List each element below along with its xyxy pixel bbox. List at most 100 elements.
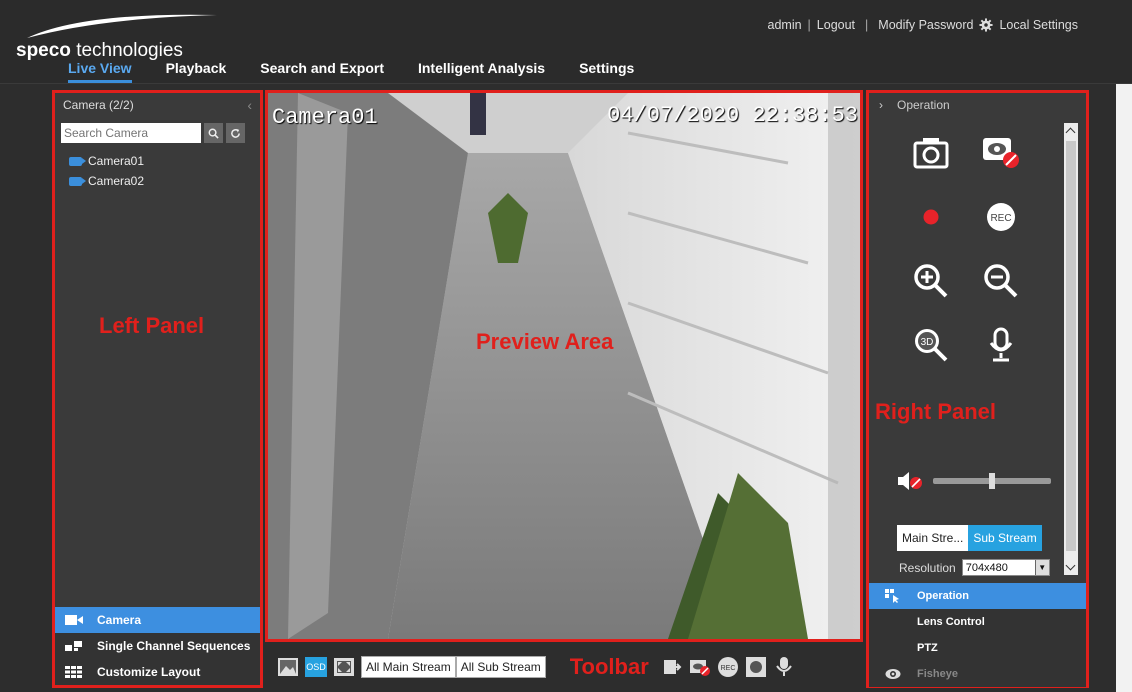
microphone-icon[interactable] bbox=[981, 325, 1021, 365]
app-header: speco technologies Live View Playback Se… bbox=[0, 0, 1132, 84]
fullscreen-icon[interactable] bbox=[333, 656, 355, 678]
sub-stream-button[interactable]: Sub Stream bbox=[968, 525, 1042, 551]
camera-video-frame bbox=[268, 93, 860, 639]
username: admin bbox=[767, 18, 802, 32]
resolution-label: Resolution bbox=[899, 560, 956, 575]
record-all-icon[interactable]: REC bbox=[717, 656, 739, 678]
logout-link[interactable]: Logout bbox=[817, 18, 855, 32]
separator: | bbox=[865, 18, 869, 32]
left-panel-menu: Camera Single Channel Sequences Customiz… bbox=[55, 607, 260, 685]
menu-label: Fisheye bbox=[917, 668, 958, 680]
menu-label: Operation bbox=[917, 590, 969, 602]
toolbar: OSD All Main Stream All Sub Stream Toolb… bbox=[265, 644, 863, 690]
tab-ptz[interactable]: PTZ bbox=[869, 635, 1086, 661]
disable-video-icon[interactable] bbox=[981, 133, 1021, 173]
camera-name: Camera01 bbox=[88, 154, 145, 168]
all-sub-stream-button[interactable]: All Sub Stream bbox=[455, 656, 546, 678]
nav-search-export[interactable]: Search and Export bbox=[260, 60, 384, 83]
osd-camera-name: Camera01 bbox=[272, 105, 378, 130]
rec-text: REC bbox=[720, 665, 735, 672]
nav-playback[interactable]: Playback bbox=[166, 60, 227, 83]
audio-all-icon[interactable] bbox=[773, 656, 795, 678]
search-camera-input[interactable] bbox=[61, 123, 201, 143]
operation-title: Operation bbox=[897, 98, 950, 112]
resolution-select[interactable]: 704x480 ▼ bbox=[961, 559, 1050, 576]
tab-fisheye[interactable]: Fisheye bbox=[869, 661, 1086, 687]
menu-single-channel-sequences[interactable]: Single Channel Sequences bbox=[55, 633, 260, 659]
left-panel: Camera (2/2) ‹ Camera01 Camera02 Left Pa… bbox=[52, 90, 263, 688]
scroll-down-icon[interactable] bbox=[1065, 560, 1076, 571]
close-all-icon[interactable] bbox=[661, 656, 683, 678]
osd-timestamp: 04/07/2020 22:38:53 bbox=[607, 103, 858, 128]
scroll-up-icon[interactable] bbox=[1065, 127, 1076, 138]
browser-scrollbar[interactable] bbox=[1116, 0, 1132, 692]
rec-icon[interactable]: REC bbox=[981, 197, 1021, 237]
all-main-stream-button[interactable]: All Main Stream bbox=[361, 656, 456, 678]
nav-settings[interactable]: Settings bbox=[579, 60, 634, 83]
stream-selector: Main Stre... Sub Stream bbox=[897, 525, 1042, 551]
main-stream-button[interactable]: Main Stre... bbox=[897, 525, 969, 551]
menu-customize-layout[interactable]: Customize Layout bbox=[55, 659, 260, 685]
snapshot-all-icon[interactable] bbox=[745, 656, 767, 678]
scroll-thumb[interactable] bbox=[1066, 141, 1076, 551]
right-panel: › Operation REC 3D Right Panel Main Stre… bbox=[866, 90, 1089, 688]
zoom-in-icon[interactable] bbox=[911, 261, 951, 301]
preview-area[interactable]: Camera01 04/07/2020 22:38:53 Preview Are… bbox=[265, 90, 863, 642]
operation-header: › Operation bbox=[869, 93, 1086, 117]
camera-list-header: Camera (2/2) ‹ bbox=[55, 93, 260, 117]
mute-speaker-icon[interactable] bbox=[897, 471, 923, 491]
volume-control bbox=[897, 471, 1051, 491]
camera-list-item[interactable]: Camera01 bbox=[55, 151, 260, 171]
logo-rest-text: technologies bbox=[70, 40, 183, 61]
expand-arrow-icon[interactable]: › bbox=[879, 98, 883, 112]
refresh-icon[interactable] bbox=[226, 123, 245, 143]
user-links: admin | Logout | Modify Password Local S… bbox=[768, 18, 1079, 32]
menu-label: Customize Layout bbox=[97, 665, 201, 679]
menu-label: Lens Control bbox=[917, 616, 985, 628]
zoom-out-icon[interactable] bbox=[981, 261, 1021, 301]
modify-password-link[interactable]: Modify Password bbox=[878, 18, 973, 32]
camera-name: Camera02 bbox=[88, 174, 145, 188]
zoom-3d-text: 3D bbox=[921, 337, 934, 348]
menu-label: Camera bbox=[97, 613, 142, 627]
record-dot-icon[interactable] bbox=[911, 197, 951, 237]
volume-slider[interactable] bbox=[933, 473, 1051, 489]
zoom-3d-icon[interactable]: 3D bbox=[911, 325, 951, 365]
tab-operation[interactable]: Operation bbox=[869, 583, 1086, 609]
right-panel-menu: Operation Lens Control PTZ Fisheye bbox=[869, 583, 1086, 687]
osd-toggle-button[interactable]: OSD bbox=[305, 657, 327, 677]
eye-icon bbox=[885, 669, 901, 679]
menu-camera[interactable]: Camera bbox=[55, 607, 260, 633]
toolbar-annotation: Toolbar bbox=[569, 654, 649, 679]
local-settings-link[interactable]: Local Settings bbox=[999, 18, 1078, 32]
search-icon[interactable] bbox=[204, 123, 223, 143]
chevron-down-icon[interactable]: ▼ bbox=[1034, 560, 1049, 575]
disable-preview-icon[interactable] bbox=[689, 656, 711, 678]
tab-lens-control[interactable]: Lens Control bbox=[869, 609, 1086, 635]
resolution-row: Resolution 704x480 ▼ bbox=[899, 559, 1050, 576]
speco-logo: speco technologies bbox=[14, 10, 224, 62]
camera-icon bbox=[69, 156, 86, 166]
sequence-icon bbox=[65, 641, 82, 651]
camera-count-title: Camera (2/2) bbox=[63, 98, 134, 112]
nav-intelligent-analysis[interactable]: Intelligent Analysis bbox=[418, 60, 545, 83]
right-panel-scrollbar[interactable] bbox=[1064, 123, 1078, 575]
nav-live-view[interactable]: Live View bbox=[68, 60, 132, 83]
camera-menu-icon bbox=[65, 615, 83, 625]
camera-list-item[interactable]: Camera02 bbox=[55, 171, 260, 191]
volume-slider-thumb[interactable] bbox=[989, 473, 995, 489]
logo-bold-text: speco bbox=[16, 40, 71, 61]
operation-icon bbox=[885, 589, 899, 603]
rec-text: REC bbox=[990, 213, 1011, 224]
menu-label: PTZ bbox=[917, 642, 938, 654]
separator: | bbox=[807, 18, 811, 32]
menu-label: Single Channel Sequences bbox=[97, 639, 251, 653]
left-panel-annotation: Left Panel bbox=[99, 313, 205, 338]
main-nav: Live View Playback Search and Export Int… bbox=[68, 60, 668, 83]
camera-icon bbox=[69, 176, 86, 186]
gear-icon[interactable] bbox=[979, 18, 994, 32]
snapshot-icon[interactable] bbox=[911, 133, 951, 173]
layout-icon[interactable] bbox=[277, 656, 299, 678]
resolution-value: 704x480 bbox=[965, 561, 1008, 574]
collapse-left-icon[interactable]: ‹ bbox=[247, 97, 252, 113]
